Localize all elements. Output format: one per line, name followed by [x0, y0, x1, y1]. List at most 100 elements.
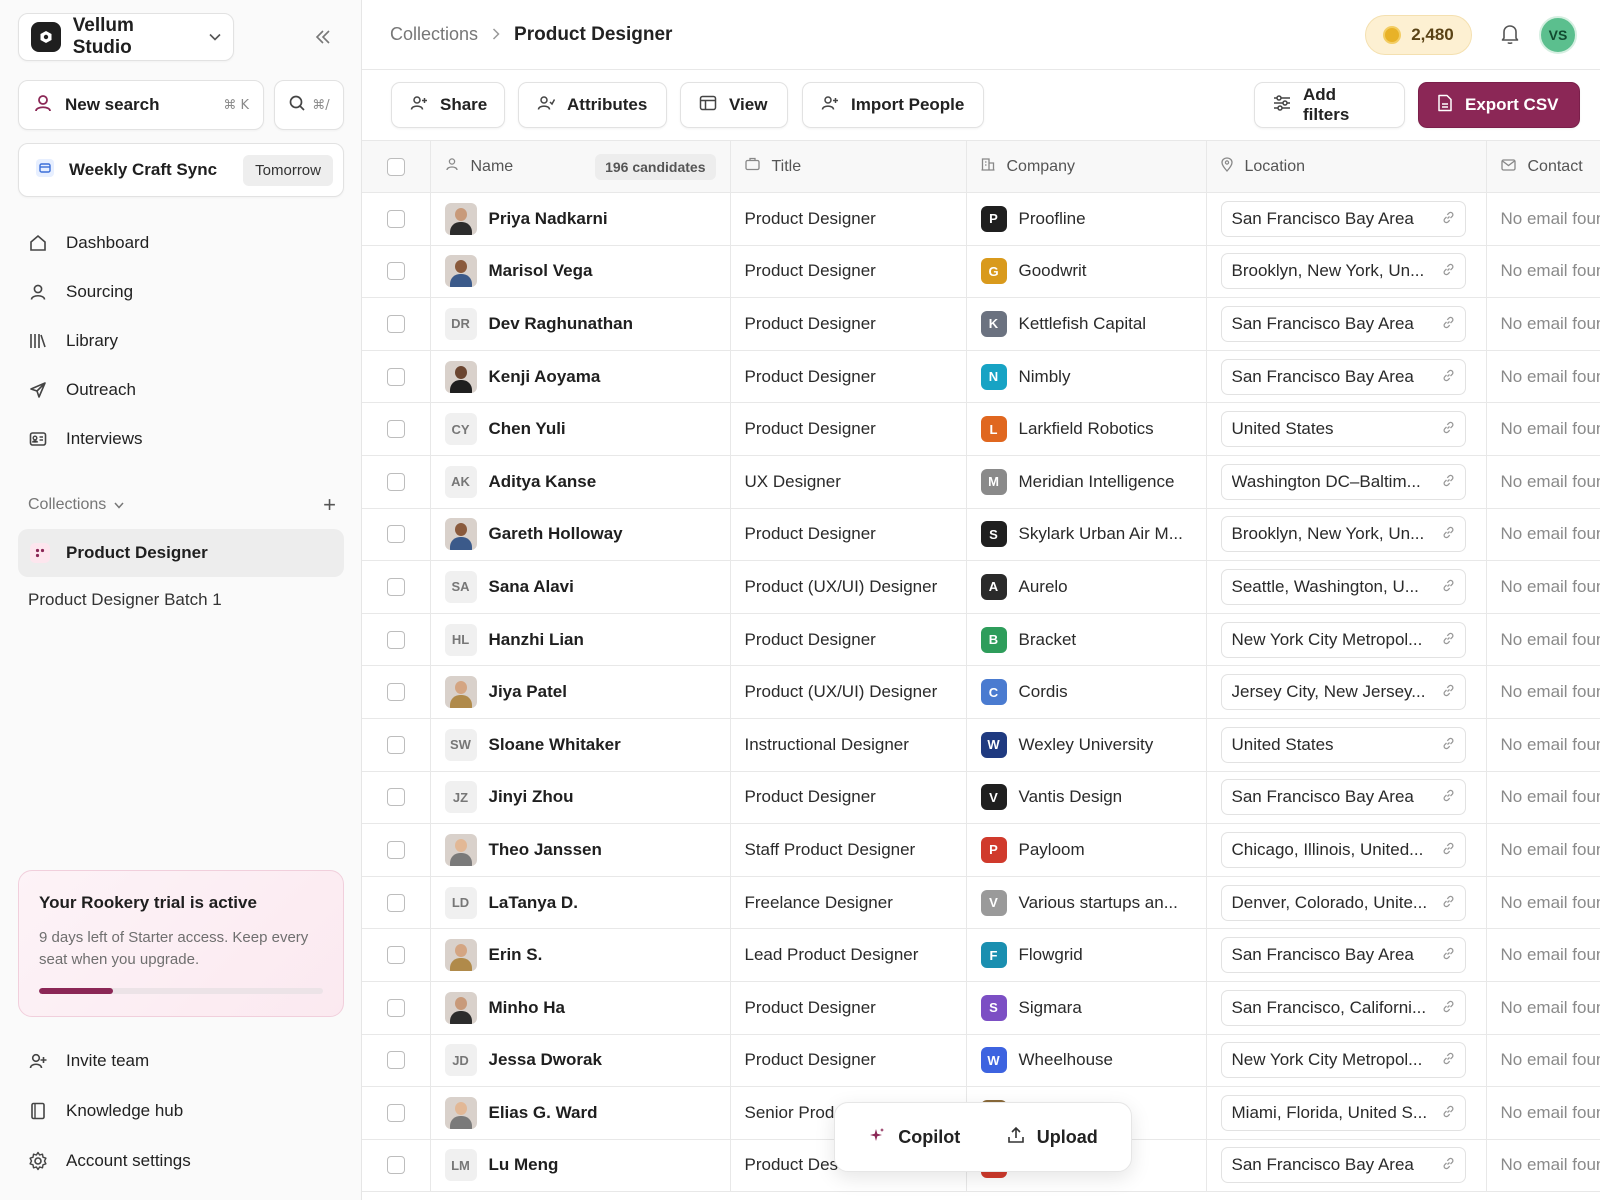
nav-item-dashboard[interactable]: Dashboard	[18, 218, 344, 267]
location-pill[interactable]: United States	[1220, 726, 1466, 763]
row-checkbox[interactable]	[386, 262, 405, 281]
name-cell[interactable]: Marisol Vega	[430, 245, 731, 299]
user-avatar[interactable]: VS	[1539, 16, 1577, 54]
row-checkbox[interactable]	[386, 1103, 405, 1122]
table-row[interactable]: DR Dev Raghunathan Product Designer K Kett…	[362, 297, 1600, 351]
row-checkbox[interactable]	[386, 525, 405, 544]
collections-header[interactable]: Collections +	[28, 492, 344, 518]
link-icon[interactable]	[1442, 1052, 1455, 1068]
location-pill[interactable]: United States	[1220, 411, 1466, 448]
link-icon[interactable]	[1442, 737, 1455, 753]
link-icon[interactable]	[1442, 684, 1455, 700]
table-row[interactable]: HL Hanzhi Lian Product Designer B Bracket …	[362, 613, 1600, 667]
location-pill[interactable]: San Francisco Bay Area	[1220, 305, 1466, 342]
copilot-button[interactable]: Copilot	[868, 1126, 960, 1149]
select-all-checkbox[interactable]	[386, 157, 405, 176]
candidate-name[interactable]: LaTanya D.	[489, 893, 578, 913]
table-row[interactable]: Priya Nadkarni Product Designer P Proofli…	[362, 192, 1600, 246]
table-row[interactable]: Jiya Patel Product (UX/UI) Designer C Cor…	[362, 665, 1600, 719]
table-row[interactable]: Minho Ha Product Designer S Sigmara San F…	[362, 981, 1600, 1035]
link-icon[interactable]	[1442, 421, 1455, 437]
search-button[interactable]: ⌘/	[274, 80, 344, 130]
nav-item-library[interactable]: Library	[18, 316, 344, 365]
collapse-sidebar-icon[interactable]	[310, 24, 336, 50]
name-cell[interactable]: HL Hanzhi Lian	[430, 613, 731, 667]
candidate-name[interactable]: Gareth Holloway	[489, 524, 623, 544]
name-cell[interactable]: Kenji Aoyama	[430, 350, 731, 404]
location-pill[interactable]: Brooklyn, New York, Un...	[1220, 516, 1466, 553]
table-row[interactable]: Kenji Aoyama Product Designer N Nimbly Sa…	[362, 350, 1600, 404]
row-checkbox[interactable]	[386, 788, 405, 807]
table-row[interactable]: SW Sloane Whitaker Instructional Designer…	[362, 718, 1600, 772]
candidate-name[interactable]: Priya Nadkarni	[489, 209, 608, 229]
table-row[interactable]: AK Aditya Kanse UX Designer M Meridian Int…	[362, 455, 1600, 509]
header-title[interactable]: Title	[730, 140, 967, 193]
name-cell[interactable]: Jiya Patel	[430, 665, 731, 719]
candidate-name[interactable]: Aditya Kanse	[489, 472, 597, 492]
table-row[interactable]: SA Sana Alavi Product (UX/UI) Designer AA…	[362, 560, 1600, 614]
name-cell[interactable]: Erin S.	[430, 928, 731, 982]
candidate-name[interactable]: Hanzhi Lian	[489, 630, 584, 650]
breadcrumb-parent[interactable]: Collections	[390, 24, 478, 45]
candidate-name[interactable]: Lu Meng	[489, 1155, 559, 1175]
add-filters-button[interactable]: Add filters	[1254, 82, 1405, 128]
candidate-name[interactable]: Marisol Vega	[489, 261, 593, 281]
candidate-name[interactable]: Theo Janssen	[489, 840, 602, 860]
upcoming-meeting[interactable]: Weekly Craft Sync Tomorrow	[18, 143, 344, 197]
location-pill[interactable]: Seattle, Washington, U...	[1220, 568, 1466, 605]
link-icon[interactable]	[1442, 1000, 1455, 1016]
link-icon[interactable]	[1442, 579, 1455, 595]
import-people-button[interactable]: Import People	[802, 82, 984, 128]
row-checkbox[interactable]	[386, 1156, 405, 1175]
link-icon[interactable]	[1442, 789, 1455, 805]
row-checkbox[interactable]	[386, 946, 405, 965]
link-icon[interactable]	[1442, 474, 1455, 490]
name-cell[interactable]: Minho Ha	[430, 981, 731, 1035]
location-pill[interactable]: Brooklyn, New York, Un...	[1220, 253, 1466, 290]
collection-item[interactable]: Product Designer Batch 1	[28, 590, 222, 610]
row-checkbox[interactable]	[386, 735, 405, 754]
name-cell[interactable]: Theo Janssen	[430, 823, 731, 877]
row-checkbox[interactable]	[386, 472, 405, 491]
candidate-name[interactable]: Jinyi Zhou	[489, 787, 574, 807]
row-checkbox[interactable]	[386, 367, 405, 386]
name-cell[interactable]: Gareth Holloway	[430, 508, 731, 562]
collection-item-active[interactable]: Product Designer	[18, 529, 344, 577]
name-cell[interactable]: LM Lu Meng	[430, 1139, 731, 1193]
name-cell[interactable]: JZ Jinyi Zhou	[430, 771, 731, 825]
row-checkbox[interactable]	[386, 998, 405, 1017]
candidate-name[interactable]: Sana Alavi	[489, 577, 574, 597]
row-checkbox[interactable]	[386, 840, 405, 859]
bell-icon[interactable]	[1500, 23, 1520, 50]
candidate-name[interactable]: Minho Ha	[489, 998, 566, 1018]
nav-item-account-settings[interactable]: Account settings	[18, 1136, 344, 1186]
name-cell[interactable]: Elias G. Ward	[430, 1086, 731, 1140]
view-button[interactable]: View	[680, 82, 788, 128]
link-icon[interactable]	[1442, 842, 1455, 858]
location-pill[interactable]: Denver, Colorado, Unite...	[1220, 884, 1466, 921]
link-icon[interactable]	[1442, 947, 1455, 963]
header-company[interactable]: Company	[966, 140, 1207, 193]
location-pill[interactable]: San Francisco Bay Area	[1220, 200, 1466, 237]
share-button[interactable]: Share	[391, 82, 505, 128]
header-location[interactable]: Location	[1206, 140, 1487, 193]
attributes-button[interactable]: Attributes	[518, 82, 667, 128]
header-name[interactable]: Name 196 candidates	[430, 140, 731, 193]
row-checkbox[interactable]	[386, 1051, 405, 1070]
table-row[interactable]: Theo Janssen Staff Product Designer P Pay…	[362, 823, 1600, 877]
candidate-name[interactable]: Chen Yuli	[489, 419, 566, 439]
link-icon[interactable]	[1442, 1105, 1455, 1121]
row-checkbox[interactable]	[386, 420, 405, 439]
candidate-name[interactable]: Elias G. Ward	[489, 1103, 598, 1123]
table-row[interactable]: JZ Jinyi Zhou Product Designer V Vantis De…	[362, 771, 1600, 825]
link-icon[interactable]	[1442, 526, 1455, 542]
name-cell[interactable]: LD LaTanya D.	[430, 876, 731, 930]
name-cell[interactable]: CY Chen Yuli	[430, 402, 731, 456]
link-icon[interactable]	[1442, 263, 1455, 279]
table-row[interactable]: Erin S. Lead Product Designer F Flowgrid …	[362, 928, 1600, 982]
location-pill[interactable]: Washington DC–Baltim...	[1220, 463, 1466, 500]
workspace-switcher[interactable]: Vellum Studio	[18, 13, 234, 61]
row-checkbox[interactable]	[386, 683, 405, 702]
export-csv-button[interactable]: Export CSV	[1418, 82, 1580, 128]
candidate-name[interactable]: Sloane Whitaker	[489, 735, 621, 755]
